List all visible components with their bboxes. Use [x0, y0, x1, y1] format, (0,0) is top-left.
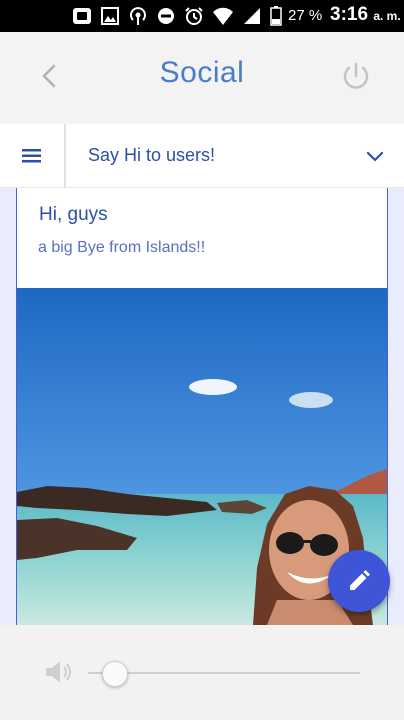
power-icon: [336, 56, 376, 96]
edit-fab-button[interactable]: [328, 550, 390, 612]
do-not-disturb-icon: [156, 6, 176, 26]
signal-icon: [242, 6, 262, 26]
hotspot-icon: [128, 6, 148, 26]
image-icon: [100, 6, 120, 26]
battery-percent: 27 %: [288, 7, 322, 24]
status-bar: 27 % 3:16 a. m.: [0, 0, 404, 32]
alarm-icon: [184, 6, 204, 26]
clock: 3:16 a. m.: [330, 4, 401, 26]
power-button[interactable]: [336, 56, 376, 96]
post-selector[interactable]: Say Hi to users!: [0, 124, 404, 188]
volume-slider-track[interactable]: [88, 672, 360, 674]
clock-time: 3:16: [330, 4, 368, 25]
audio-control-bar: [0, 625, 404, 720]
hamburger-menu-icon: [14, 140, 50, 172]
pencil-icon: [346, 568, 372, 594]
speaker-icon: [42, 655, 76, 689]
app-header: Social: [0, 32, 404, 124]
post-message: a big Bye from Islands!!: [38, 239, 205, 257]
battery-icon: [270, 6, 282, 26]
volume-slider-thumb[interactable]: [102, 661, 128, 687]
menu-button[interactable]: [14, 140, 50, 172]
post-card: Hi, guys a big Bye from Islands!!: [16, 188, 388, 625]
dropdown-button[interactable]: [362, 144, 388, 168]
status-icons: [72, 4, 282, 28]
volume-button[interactable]: [42, 655, 76, 689]
chevron-down-icon: [362, 144, 388, 168]
selector-value[interactable]: Say Hi to users!: [88, 145, 215, 166]
clock-suffix: a. m.: [373, 9, 400, 23]
wifi-icon: [212, 6, 234, 26]
selector-divider: [64, 124, 66, 188]
post-greeting: Hi, guys: [39, 204, 108, 226]
notification-icon: [72, 6, 92, 26]
